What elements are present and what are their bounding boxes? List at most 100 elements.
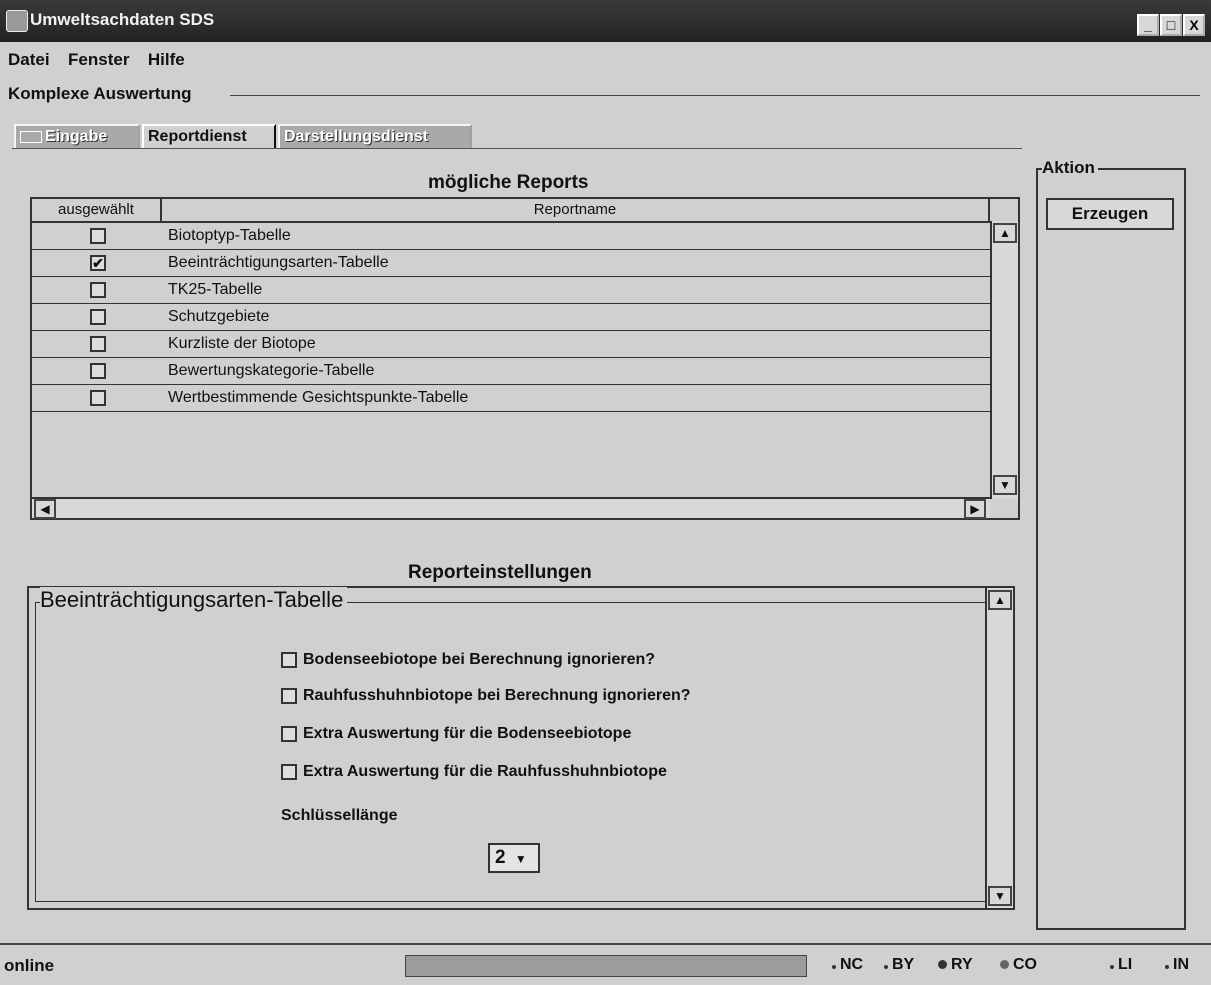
table-row[interactable]: Biotoptyp-Tabelle bbox=[32, 223, 990, 250]
indicator-label: LI bbox=[1118, 956, 1133, 973]
option-checkbox[interactable] bbox=[281, 725, 297, 742]
dot-icon bbox=[1110, 965, 1114, 969]
report-name: Bewertungskategorie-Tabelle bbox=[168, 362, 375, 379]
settings-title: Reporteinstellungen bbox=[408, 562, 592, 583]
table-row[interactable]: Bewertungskategorie-Tabelle bbox=[32, 358, 990, 385]
scroll-up-button[interactable]: ▲ bbox=[993, 223, 1017, 243]
title-bar: Umweltsachdaten SDS _ □ X bbox=[0, 0, 1211, 42]
indicator-by: BY bbox=[884, 956, 914, 974]
table-row[interactable]: Wertbestimmende Gesichtspunkte-Tabelle bbox=[32, 385, 990, 412]
indicator-label: IN bbox=[1173, 956, 1189, 973]
table-row[interactable]: Kurzliste der Biotope bbox=[32, 331, 990, 358]
reports-title: mögliche Reports bbox=[428, 172, 589, 193]
action-panel: Aktion Erzeugen bbox=[1036, 158, 1186, 930]
report-name: TK25-Tabelle bbox=[168, 281, 263, 298]
tab-eingabe-label: Eingabe bbox=[45, 128, 108, 145]
row-checkbox[interactable] bbox=[90, 363, 106, 379]
report-name: Schutzgebiete bbox=[168, 308, 270, 325]
action-label: Aktion bbox=[1042, 158, 1098, 178]
key-length-value: 2 bbox=[495, 847, 506, 868]
table-row[interactable]: TK25-Tabelle bbox=[32, 277, 990, 304]
tab-darstellungsdienst-label: Darstellungsdienst bbox=[284, 128, 429, 145]
row-checkbox[interactable] bbox=[90, 228, 106, 244]
scroll-down-button[interactable]: ▼ bbox=[988, 886, 1012, 906]
table-row[interactable]: ✔ Beeinträchtigungsarten-Tabelle bbox=[32, 250, 990, 277]
option-label: Extra Auswertung für die Bodenseebiotope bbox=[303, 725, 632, 742]
indicator-nc: NC bbox=[832, 956, 863, 974]
report-name: Biotoptyp-Tabelle bbox=[168, 227, 291, 244]
dot-icon bbox=[1165, 965, 1169, 969]
progress-bar bbox=[405, 955, 807, 977]
option-ignore-rauhfuss[interactable]: Rauhfusshuhnbiotope bei Berechnung ignor… bbox=[281, 687, 691, 705]
status-text: online bbox=[4, 956, 55, 975]
indicator-ry: RY bbox=[938, 956, 973, 974]
app-icon bbox=[6, 10, 28, 32]
status-divider bbox=[0, 943, 1211, 945]
menu-fenster[interactable]: Fenster bbox=[68, 50, 129, 70]
option-checkbox[interactable] bbox=[281, 763, 297, 780]
row-checkbox[interactable] bbox=[90, 336, 106, 352]
scroll-up-button[interactable]: ▲ bbox=[988, 590, 1012, 610]
main-group-label: Komplexe Auswertung bbox=[8, 84, 192, 103]
key-length-label: Schlüssellänge bbox=[281, 807, 398, 824]
tab-reportdienst-label: Reportdienst bbox=[148, 128, 247, 145]
table-vertical-scrollbar[interactable]: ▲ ▼ bbox=[990, 221, 1018, 499]
minimize-button[interactable]: _ bbox=[1137, 14, 1159, 36]
maximize-button[interactable]: □ bbox=[1160, 14, 1182, 36]
menu-datei[interactable]: Datei bbox=[8, 50, 50, 70]
settings-group-title: Beeinträchtigungsarten-Tabelle bbox=[40, 587, 348, 613]
option-checkbox[interactable] bbox=[281, 687, 297, 704]
status-bar: online NC BY RY CO LI IN bbox=[0, 951, 1211, 981]
column-header-selected[interactable]: ausgewählt bbox=[32, 199, 162, 221]
chevron-down-icon: ▼ bbox=[514, 852, 527, 866]
option-checkbox[interactable] bbox=[281, 651, 297, 668]
indicator-label: RY bbox=[951, 956, 973, 973]
settings-panel: Beeinträchtigungsarten-Tabelle Bodenseeb… bbox=[27, 586, 1015, 910]
report-name: Kurzliste der Biotope bbox=[168, 335, 316, 352]
report-name: Wertbestimmende Gesichtspunkte-Tabelle bbox=[168, 389, 469, 406]
option-label: Rauhfusshuhnbiotope bei Berechnung ignor… bbox=[303, 687, 691, 704]
option-extra-bodensee[interactable]: Extra Auswertung für die Bodenseebiotope bbox=[281, 725, 631, 743]
menu-hilfe[interactable]: Hilfe bbox=[148, 50, 185, 70]
row-checkbox[interactable]: ✔ bbox=[90, 255, 106, 271]
option-label: Extra Auswertung für die Rauhfusshuhnbio… bbox=[303, 763, 667, 780]
option-ignore-bodensee[interactable]: Bodenseebiotope bei Berechnung ignoriere… bbox=[281, 651, 655, 669]
key-length-select[interactable]: 2 ▼ bbox=[488, 843, 540, 873]
row-checkbox[interactable] bbox=[90, 390, 106, 406]
scroll-left-button[interactable]: ◀ bbox=[34, 499, 56, 519]
indicator-label: NC bbox=[840, 956, 864, 973]
indicator-co: CO bbox=[1000, 956, 1037, 974]
indicator-in: IN bbox=[1165, 956, 1189, 974]
close-button[interactable]: X bbox=[1183, 14, 1205, 36]
indicator-label: CO bbox=[1013, 956, 1037, 973]
column-header-reportname[interactable]: Reportname bbox=[162, 199, 990, 221]
indicator-label: BY bbox=[892, 956, 915, 973]
tab-divider bbox=[12, 148, 1022, 149]
window-title: Umweltsachdaten SDS bbox=[30, 10, 215, 29]
settings-group: Beeinträchtigungsarten-Tabelle Bodenseeb… bbox=[35, 587, 987, 902]
reports-table: ausgewählt Reportname Biotoptyp-Tabelle … bbox=[30, 197, 1020, 520]
report-name: Beeinträchtigungsarten-Tabelle bbox=[168, 254, 389, 271]
row-checkbox[interactable] bbox=[90, 282, 106, 298]
tab-reportdienst[interactable]: Reportdienst bbox=[142, 124, 276, 148]
keyboard-icon bbox=[20, 130, 42, 143]
indicator-li: LI bbox=[1110, 956, 1132, 974]
settings-vertical-scrollbar[interactable]: ▲ ▼ bbox=[985, 588, 1013, 908]
option-extra-rauhfuss[interactable]: Extra Auswertung für die Rauhfusshuhnbio… bbox=[281, 763, 667, 781]
scroll-right-button[interactable]: ▶ bbox=[964, 499, 986, 519]
tab-darstellungsdienst[interactable]: Darstellungsdienst bbox=[278, 124, 472, 148]
table-horizontal-scrollbar[interactable]: ◀ ▶ bbox=[32, 497, 990, 519]
tab-eingabe[interactable]: Eingabe bbox=[14, 124, 140, 148]
globe-icon bbox=[1000, 960, 1009, 969]
scroll-down-button[interactable]: ▼ bbox=[993, 475, 1017, 495]
dot-icon bbox=[884, 965, 888, 969]
table-row[interactable]: Schutzgebiete bbox=[32, 304, 990, 331]
option-label: Bodenseebiotope bei Berechnung ignoriere… bbox=[303, 651, 656, 668]
table-header: ausgewählt Reportname bbox=[32, 199, 990, 223]
row-checkbox[interactable] bbox=[90, 309, 106, 325]
dot-icon bbox=[832, 965, 836, 969]
globe-icon bbox=[938, 960, 947, 969]
create-button[interactable]: Erzeugen bbox=[1046, 198, 1174, 230]
menu-bar: Datei Fenster Hilfe bbox=[8, 50, 199, 76]
group-border bbox=[230, 95, 1200, 96]
